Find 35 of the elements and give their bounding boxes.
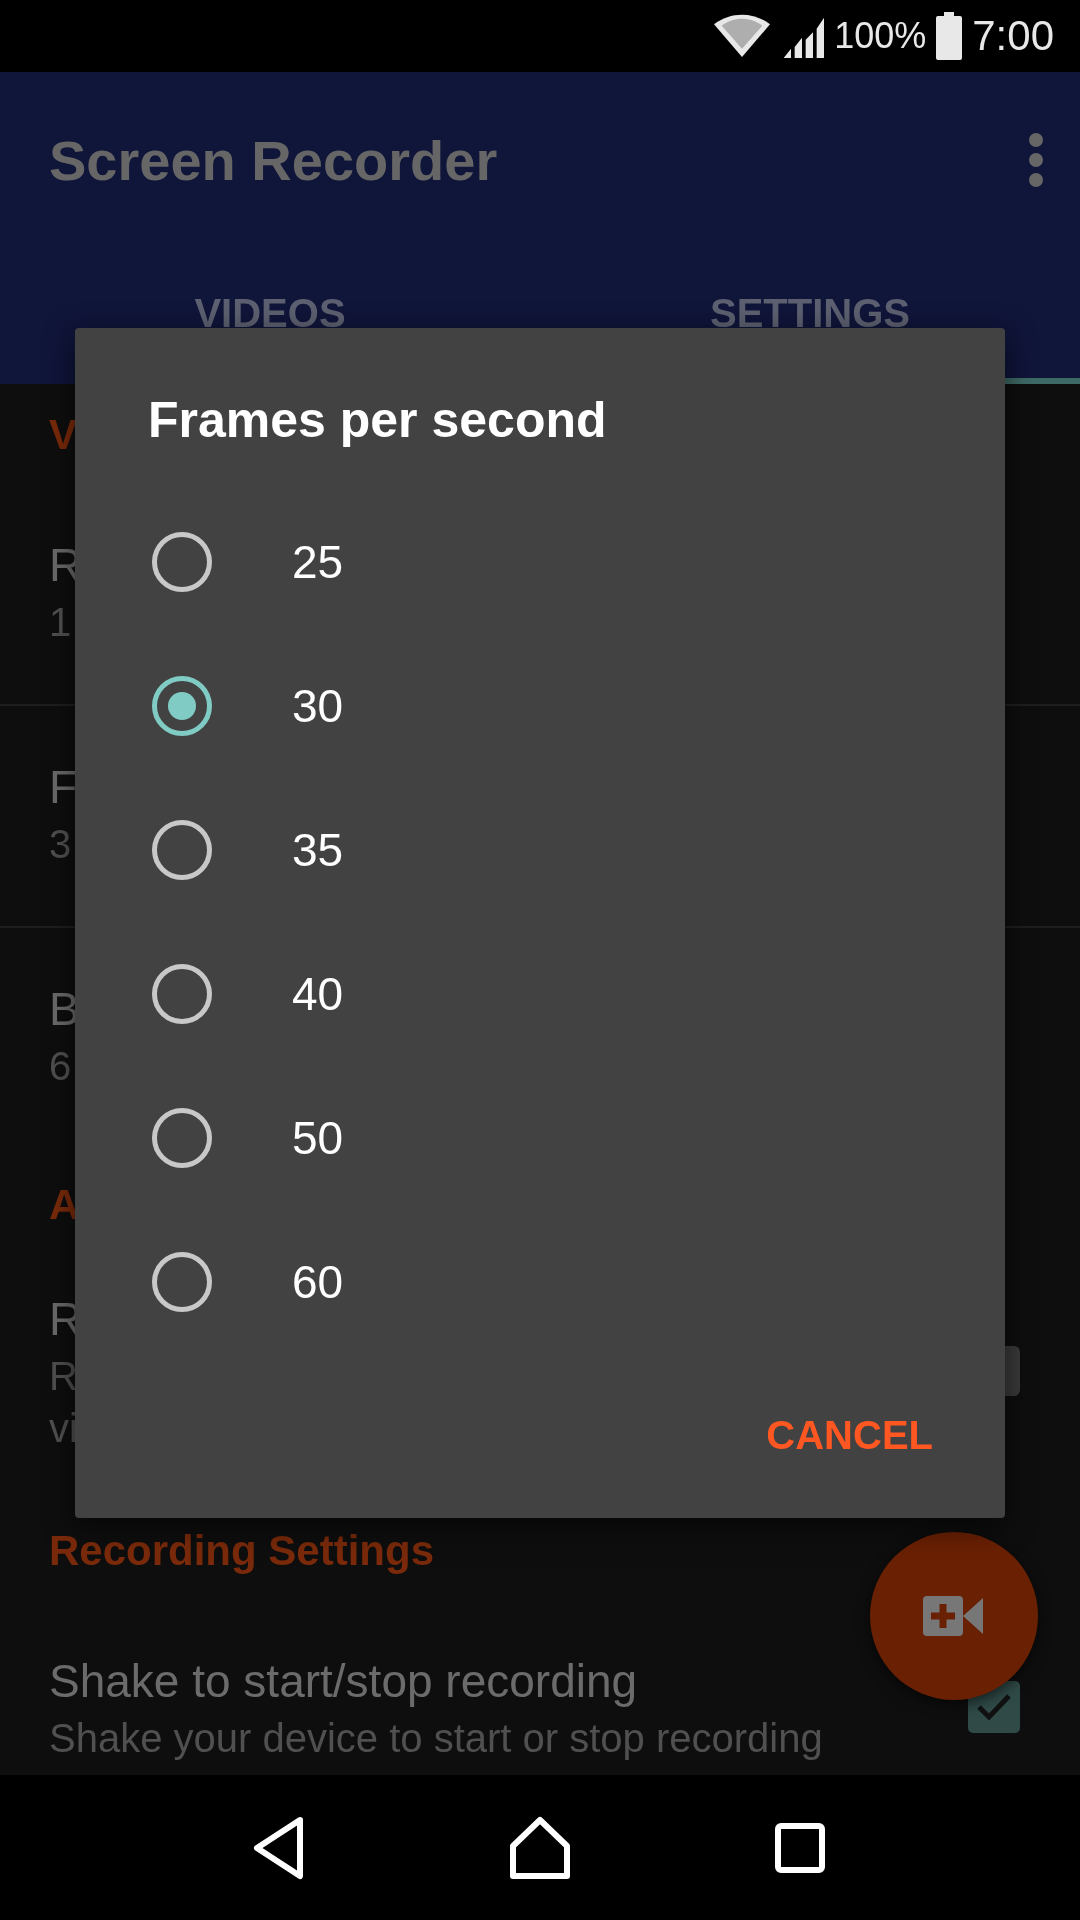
app-title: Screen Recorder <box>49 127 498 193</box>
recents-icon <box>775 1822 825 1873</box>
option-label[interactable]: 35 <box>292 823 344 877</box>
dialog-title: Frames per second <box>147 391 608 450</box>
option-label[interactable]: 60 <box>292 1255 344 1309</box>
setting-summary: 6 <box>49 1043 72 1090</box>
radio-button[interactable] <box>152 1252 212 1312</box>
setting-title: Shake to start/stop recording <box>49 1654 638 1709</box>
radio-button[interactable] <box>152 1108 212 1168</box>
option-label[interactable]: 25 <box>292 535 344 589</box>
battery-percentage: 100% <box>834 18 927 54</box>
option-label[interactable]: 40 <box>292 967 344 1021</box>
section-header: V <box>49 411 77 458</box>
radio-button[interactable] <box>152 676 212 736</box>
section-header: Recording Settings <box>49 1527 435 1574</box>
setting-summary: R <box>49 1353 78 1400</box>
wifi-icon <box>714 14 771 58</box>
setting-summary: 3 <box>49 821 72 868</box>
radio-button[interactable] <box>152 532 212 592</box>
radio-button[interactable] <box>152 820 212 880</box>
setting-summary: 1 <box>49 599 72 646</box>
setting-title: B <box>49 982 80 1037</box>
clock: 7:00 <box>972 15 1054 57</box>
check-icon <box>976 1693 1012 1721</box>
more-options-icon[interactable] <box>1028 132 1044 188</box>
battery-icon <box>936 12 963 60</box>
setting-title: F <box>49 760 78 815</box>
section-header: A <box>49 1181 80 1228</box>
video-camera-plus-icon <box>923 1594 985 1638</box>
option-label[interactable]: 50 <box>292 1111 344 1165</box>
radio-button[interactable] <box>152 964 212 1024</box>
option-label[interactable]: 30 <box>292 679 344 733</box>
home-icon <box>509 1815 571 1880</box>
setting-summary: vi <box>49 1405 78 1452</box>
setting-summary: Shake your device to start or stop recording <box>49 1715 823 1762</box>
